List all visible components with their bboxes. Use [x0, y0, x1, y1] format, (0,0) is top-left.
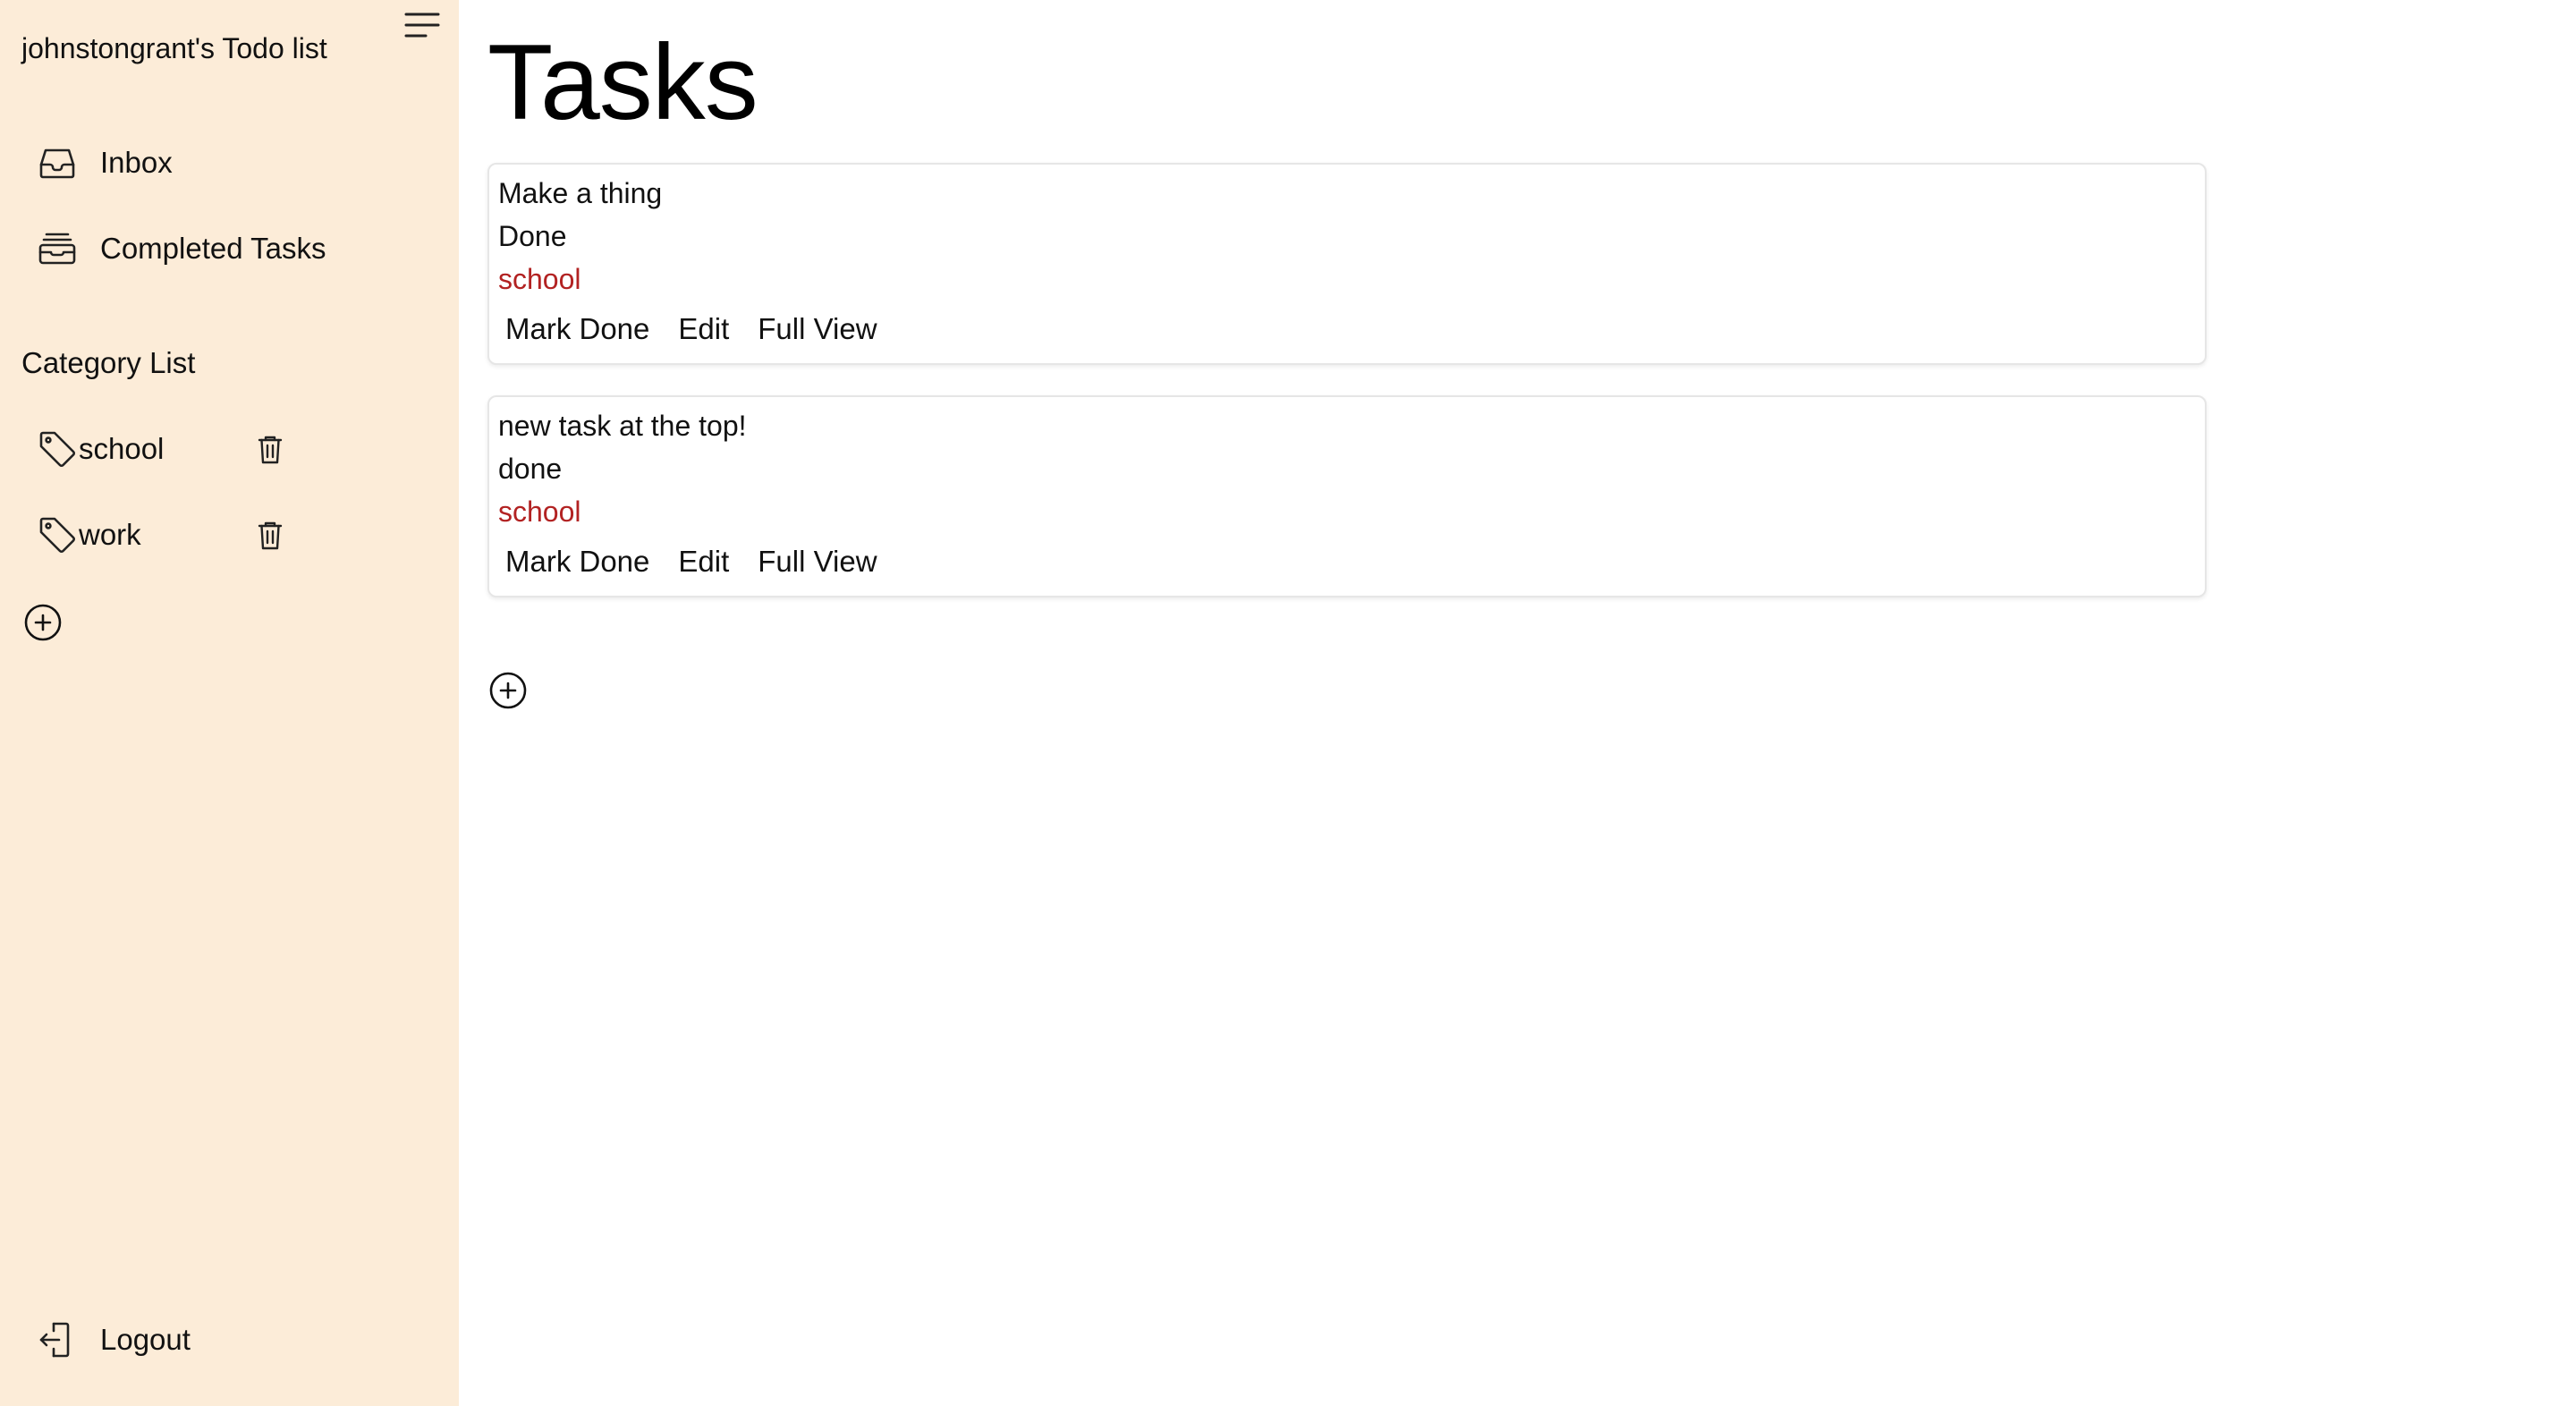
trash-icon[interactable]: [252, 431, 288, 467]
tag-icon: [36, 428, 79, 470]
sidebar-item-label: Inbox: [100, 146, 173, 179]
category-list-heading: Category List: [21, 346, 196, 379]
inbox-icon: [36, 141, 79, 184]
sidebar: johnstongrant's Todo list Inbox Complete…: [0, 0, 459, 1406]
category-item: work: [36, 508, 304, 562]
category-item: school: [36, 422, 304, 476]
plus-circle-icon: [489, 672, 527, 709]
task-name: new task at the top!: [498, 410, 747, 442]
edit-button[interactable]: Edit: [678, 312, 729, 346]
task-status: Done: [498, 220, 567, 252]
task-category: school: [498, 495, 581, 528]
app-root: johnstongrant's Todo list Inbox Complete…: [0, 0, 2576, 1406]
app-title: johnstongrant's Todo list: [21, 32, 327, 64]
task-actions: Mark Done Edit Full View: [505, 309, 906, 349]
mark-done-button[interactable]: Mark Done: [505, 545, 649, 579]
task-status: done: [498, 453, 563, 485]
hamburger-menu-icon[interactable]: [401, 9, 444, 45]
edit-button[interactable]: Edit: [678, 545, 729, 579]
trash-icon[interactable]: [252, 517, 288, 553]
logout-icon: [36, 1318, 79, 1361]
mark-done-button[interactable]: Mark Done: [505, 312, 649, 346]
category-label: work: [79, 518, 141, 551]
category-link-work[interactable]: work: [36, 508, 141, 562]
task-card: new task at the top! done school Mark Do…: [487, 395, 2207, 597]
add-category-button[interactable]: [23, 603, 63, 642]
page-title: Tasks: [487, 22, 758, 142]
sidebar-item-label: Completed Tasks: [100, 232, 326, 265]
task-card: Make a thing Done school Mark Done Edit …: [487, 163, 2207, 365]
archive-icon: [36, 227, 79, 270]
plus-circle-icon: [24, 604, 62, 641]
task-category: school: [498, 263, 581, 295]
add-task-button[interactable]: [488, 671, 528, 710]
sidebar-item-inbox[interactable]: Inbox: [36, 136, 173, 190]
category-label: school: [79, 432, 165, 465]
full-view-button[interactable]: Full View: [758, 545, 877, 579]
logout-label: Logout: [100, 1323, 191, 1356]
tag-icon: [36, 513, 79, 556]
logout-button[interactable]: Logout: [36, 1313, 191, 1367]
full-view-button[interactable]: Full View: [758, 312, 877, 346]
task-actions: Mark Done Edit Full View: [505, 542, 906, 581]
task-name: Make a thing: [498, 177, 663, 209]
category-link-school[interactable]: school: [36, 422, 164, 476]
sidebar-item-completed-tasks[interactable]: Completed Tasks: [36, 222, 326, 275]
